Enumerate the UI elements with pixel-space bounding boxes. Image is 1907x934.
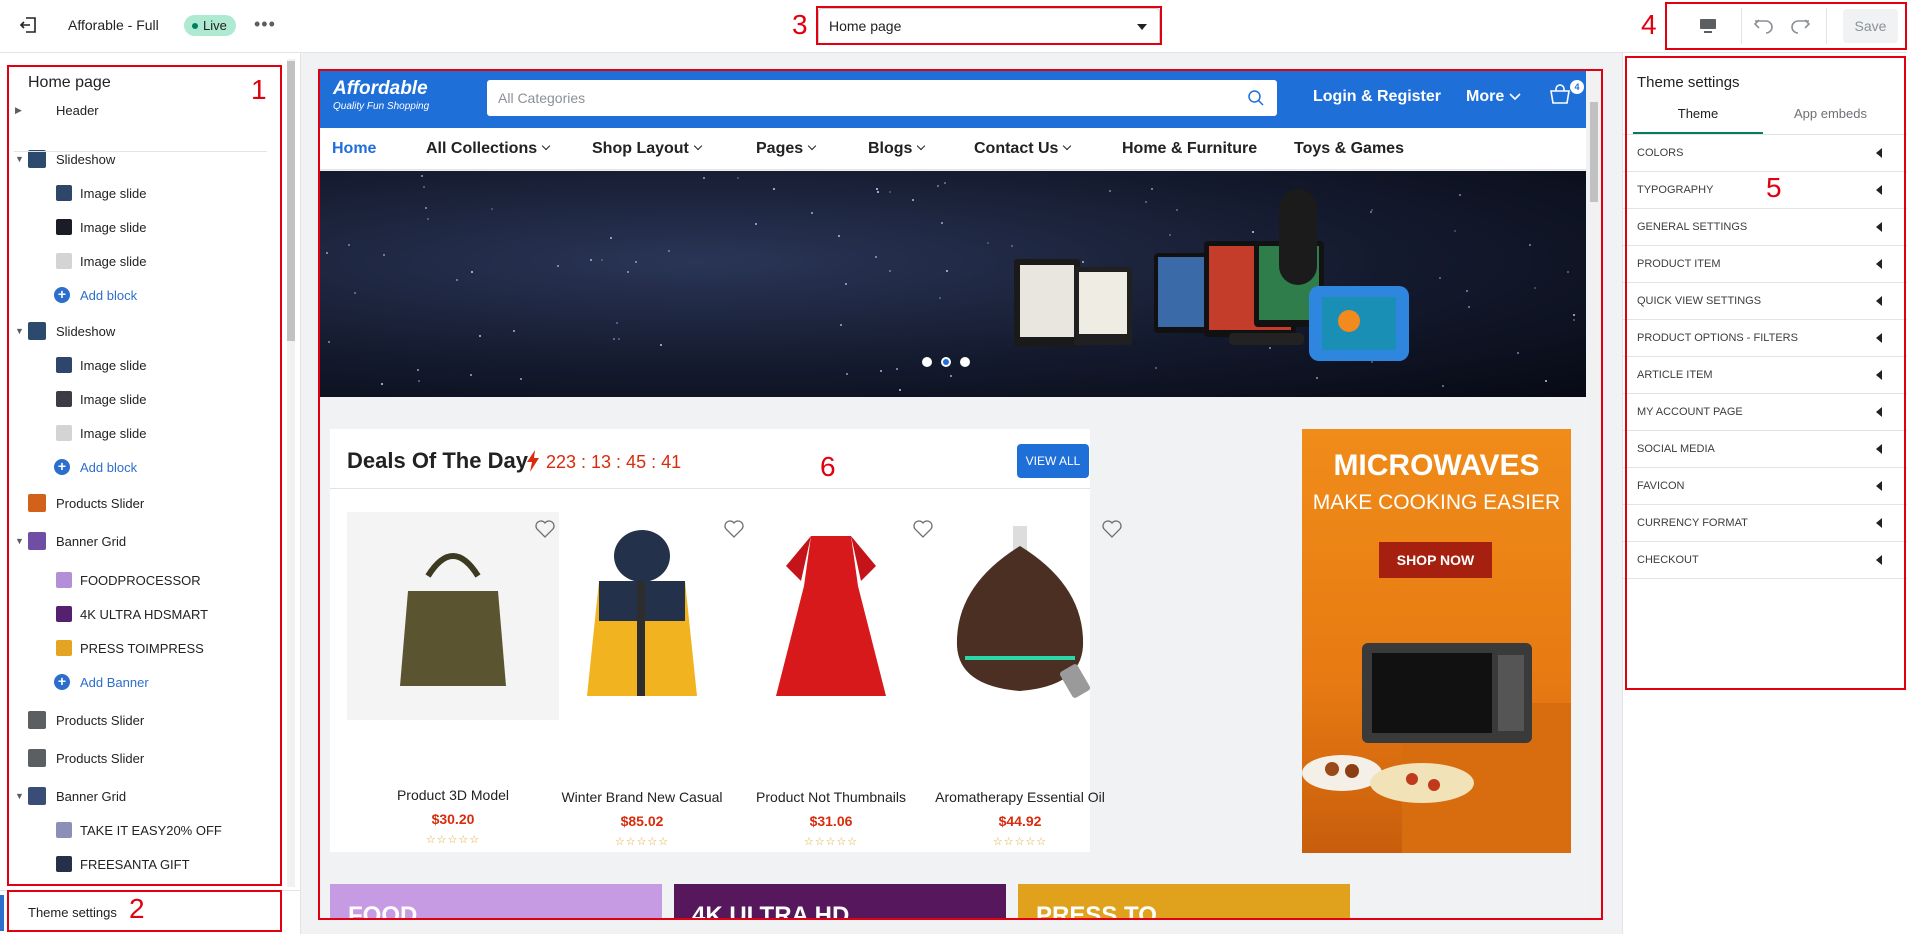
annotation-label-3: 3 — [792, 9, 808, 40]
annotation-label-2: 2 — [129, 893, 145, 924]
annotation-label-6: 6 — [820, 451, 836, 482]
annotation-label-4: 4 — [1641, 9, 1657, 40]
live-badge: Live — [184, 15, 236, 36]
annotation-box-1 — [7, 65, 282, 886]
annotation-label-1: 1 — [251, 74, 267, 105]
selected-indicator — [0, 895, 4, 931]
sidebar-scrollbar[interactable] — [285, 59, 297, 887]
annotation-label-5: 5 — [1766, 172, 1782, 203]
annotation-box-5 — [1625, 56, 1906, 690]
exit-icon[interactable] — [18, 14, 40, 36]
annotation-box-3 — [816, 6, 1162, 45]
annotation-box-4 — [1665, 2, 1907, 50]
more-actions-icon[interactable]: ••• — [254, 14, 276, 35]
annotation-box-6 — [318, 69, 1603, 920]
store-title: Afforable - Full — [68, 17, 159, 33]
theme-editor: Afforable - Full Live ••• Home page Save… — [0, 0, 1907, 934]
